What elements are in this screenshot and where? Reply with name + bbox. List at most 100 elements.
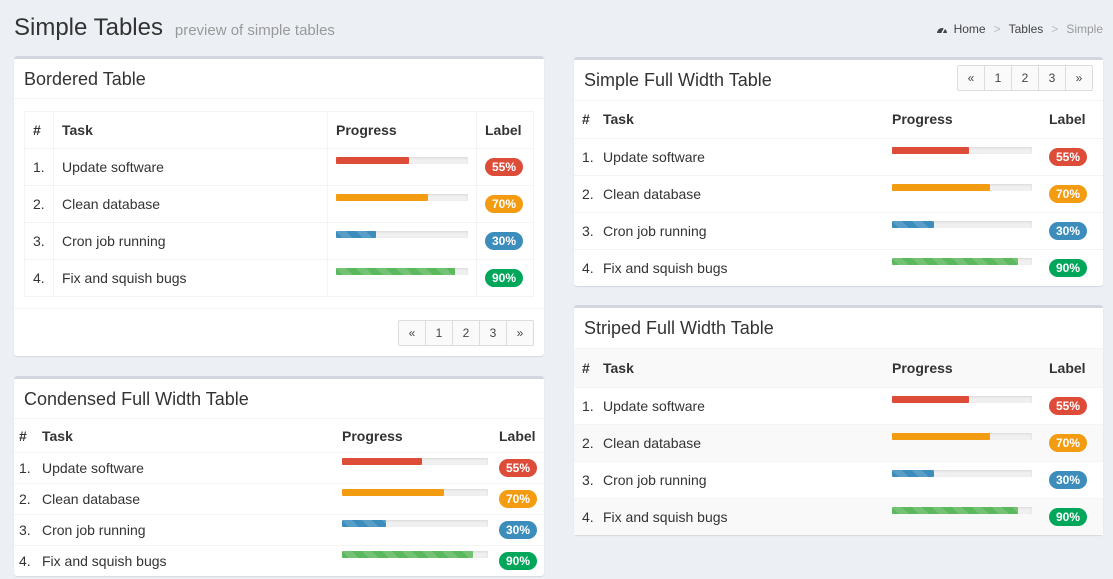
row-task: Update software bbox=[41, 451, 341, 483]
progress-fill bbox=[336, 157, 409, 164]
progress-bar bbox=[336, 194, 468, 201]
breadcrumb-tables[interactable]: Tables bbox=[1009, 22, 1044, 36]
box-title: Simple Full Width Table bbox=[584, 70, 772, 90]
status-badge: 30% bbox=[1049, 221, 1087, 240]
progress-cell bbox=[891, 460, 1048, 498]
condensed-table-box: Condensed Full Width Table # Task Progre… bbox=[14, 376, 544, 576]
status-badge: 55% bbox=[499, 458, 537, 477]
table-row: 3. Cron job running 30% bbox=[574, 460, 1103, 498]
pagination-page-3[interactable]: 3 bbox=[479, 320, 507, 346]
row-task: Clean database bbox=[53, 185, 328, 223]
status-badge: 55% bbox=[1049, 147, 1087, 166]
simple-table: # Task Progress Label 1. Update software… bbox=[574, 101, 1103, 286]
progress-cell bbox=[341, 482, 498, 514]
progress-bar bbox=[336, 231, 468, 238]
pagination-page-1[interactable]: 1 bbox=[984, 65, 1012, 91]
table-header-row: # Task Progress Label bbox=[574, 101, 1103, 138]
progress-bar bbox=[892, 432, 1032, 440]
content-header: Simple Tables preview of simple tables H… bbox=[14, 14, 1103, 44]
row-task: Fix and squish bugs bbox=[602, 497, 891, 535]
box-footer bbox=[14, 308, 544, 309]
status-badge: 55% bbox=[1049, 396, 1087, 415]
status-badge: 70% bbox=[1049, 433, 1087, 452]
progress-bar bbox=[342, 488, 488, 496]
col-task: Task bbox=[603, 111, 634, 128]
col-label: Label bbox=[1049, 111, 1086, 128]
table-row: 2. Clean database 70% bbox=[574, 174, 1103, 212]
row-task: Update software bbox=[602, 137, 891, 175]
breadcrumb-home[interactable]: Home bbox=[954, 22, 986, 36]
progress-bar bbox=[336, 268, 468, 275]
progress-fill bbox=[892, 220, 934, 228]
status-badge: 90% bbox=[485, 269, 523, 287]
progress-fill bbox=[342, 488, 445, 496]
row-num: 2. bbox=[574, 174, 602, 212]
row-num: 4. bbox=[574, 248, 602, 286]
progress-cell bbox=[341, 513, 498, 545]
pagination-page-2[interactable]: 2 bbox=[452, 320, 480, 346]
table-row: 2. Clean database 70% bbox=[14, 482, 544, 514]
progress-bar bbox=[336, 157, 468, 164]
page-title: Simple Tables bbox=[14, 14, 163, 41]
row-task: Cron job running bbox=[53, 222, 328, 260]
box-header: Simple Full Width Table « 1 2 3 » bbox=[574, 60, 1103, 101]
table-row: 3. Cron job running 30% bbox=[14, 513, 544, 545]
progress-cell bbox=[891, 497, 1048, 535]
label-cell: 70% bbox=[476, 185, 534, 223]
row-num: 1. bbox=[574, 137, 602, 175]
progress-cell bbox=[891, 211, 1048, 249]
table-row: 2. Clean database 70% bbox=[574, 423, 1103, 461]
condensed-table: # Task Progress Label 1. Update software… bbox=[14, 421, 544, 576]
bordered-table-box: Bordered Table # Task Progress Label 1. … bbox=[14, 56, 544, 356]
striped-table: # Task Progress Label 1. Update software… bbox=[574, 349, 1103, 535]
label-cell: 30% bbox=[476, 222, 534, 260]
progress-fill bbox=[342, 457, 423, 465]
status-badge: 30% bbox=[485, 232, 523, 250]
bordered-table: # Task Progress Label 1. Update software… bbox=[24, 111, 534, 297]
pagination-page-3[interactable]: 3 bbox=[1038, 65, 1066, 91]
progress-bar bbox=[892, 220, 1032, 228]
pagination-next[interactable]: » bbox=[506, 320, 534, 346]
box-title: Striped Full Width Table bbox=[584, 318, 774, 338]
pagination-prev[interactable]: « bbox=[957, 65, 985, 91]
progress-bar bbox=[892, 183, 1032, 191]
label-cell: 70% bbox=[1048, 174, 1103, 212]
pagination-next[interactable]: » bbox=[1065, 65, 1093, 91]
progress-cell bbox=[891, 248, 1048, 286]
table-row: 4. Fix and squish bugs 90% bbox=[574, 497, 1103, 535]
row-task: Clean database bbox=[602, 174, 891, 212]
progress-fill bbox=[892, 506, 1018, 514]
dashboard-icon bbox=[936, 28, 947, 34]
label-cell: 55% bbox=[1048, 386, 1103, 424]
progress-fill bbox=[892, 257, 1018, 265]
col-label: Label bbox=[476, 111, 534, 149]
status-badge: 30% bbox=[1049, 470, 1087, 489]
label-cell: 70% bbox=[1048, 423, 1103, 461]
col-label: Label bbox=[499, 428, 536, 445]
progress-fill bbox=[342, 550, 474, 558]
table-row: 1. Update software 55% bbox=[14, 451, 544, 483]
breadcrumb-separator: > bbox=[993, 22, 1001, 36]
status-badge: 55% bbox=[485, 158, 523, 176]
progress-cell bbox=[327, 148, 477, 186]
table-row: 3. Cron job running 30% bbox=[24, 222, 534, 260]
label-cell: 30% bbox=[1048, 211, 1103, 249]
progress-bar bbox=[342, 457, 488, 465]
progress-cell bbox=[891, 174, 1048, 212]
progress-fill bbox=[336, 268, 455, 275]
col-num: # bbox=[574, 349, 602, 387]
pagination: « 1 2 3 » bbox=[957, 65, 1093, 91]
row-num: 1. bbox=[574, 386, 602, 424]
row-num: 2. bbox=[574, 423, 602, 461]
pagination-page-2[interactable]: 2 bbox=[1011, 65, 1039, 91]
pagination-page-1[interactable]: 1 bbox=[425, 320, 453, 346]
col-num: # bbox=[24, 111, 54, 149]
table-header-row: # Task Progress Label bbox=[574, 349, 1103, 387]
pagination-prev[interactable]: « bbox=[398, 320, 426, 346]
col-progress: Progress bbox=[342, 428, 403, 445]
label-cell: 90% bbox=[476, 259, 534, 297]
breadcrumb-separator: > bbox=[1051, 22, 1059, 36]
table-header-row: # Task Progress Label bbox=[14, 421, 544, 452]
status-badge: 90% bbox=[499, 551, 537, 570]
box-title: Bordered Table bbox=[24, 69, 146, 89]
